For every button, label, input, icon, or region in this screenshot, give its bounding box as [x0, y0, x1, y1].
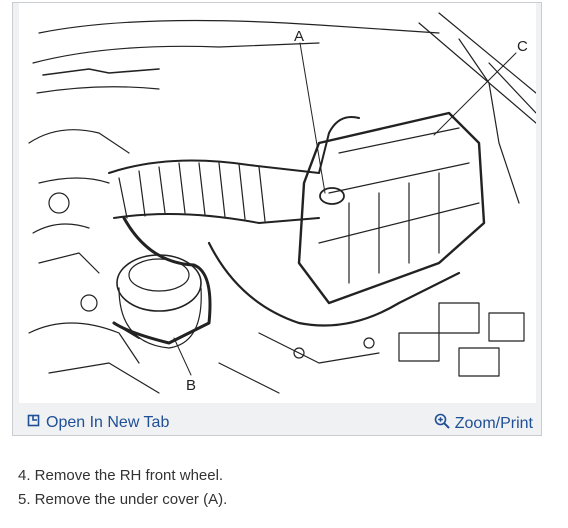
open-in-new-tab-label: Open In New Tab: [46, 413, 170, 431]
callout-a-label: A: [294, 28, 304, 45]
step-item: 5. Remove the under cover (A).: [18, 491, 228, 508]
figure-toolbar: Open In New Tab Zoom/Print: [13, 405, 541, 435]
zoom-print-label: Zoom/Print: [454, 414, 533, 432]
open-in-new-tab-link[interactable]: Open In New Tab: [27, 413, 169, 432]
instruction-steps: 4. Remove the RH front wheel. 5. Remove …: [18, 464, 227, 512]
callout-c-label: C: [517, 38, 528, 55]
open-in-new-tab-icon: [27, 413, 41, 432]
engine-bay-illustration[interactable]: A C B: [19, 3, 536, 403]
zoom-print-link[interactable]: Zoom/Print: [434, 413, 533, 434]
step-item: 4. Remove the RH front wheel.: [18, 467, 224, 484]
figure-viewer: A C B Open In New Tab Zoom/Print: [12, 2, 542, 436]
zoom-plus-icon: [434, 413, 450, 434]
callout-b-label: B: [186, 377, 196, 394]
